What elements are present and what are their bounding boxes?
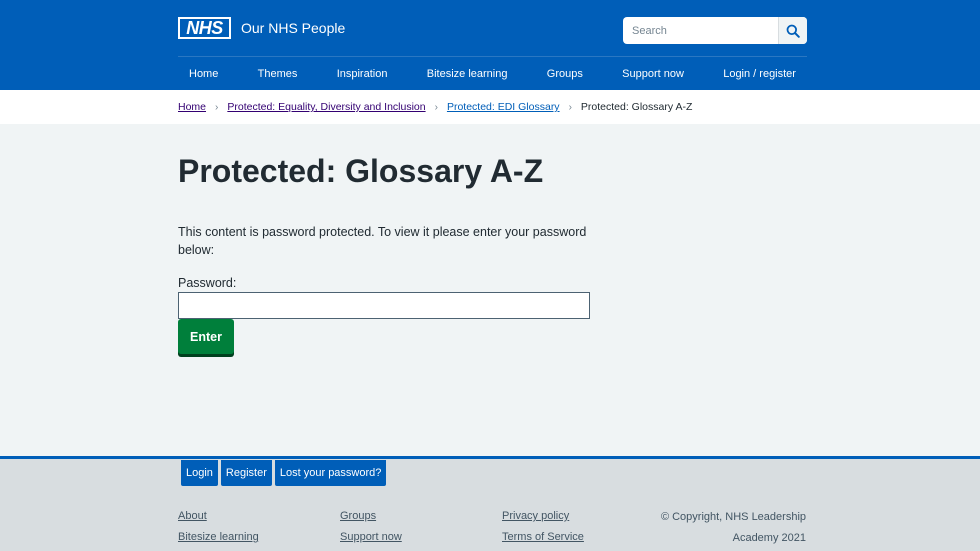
password-protected-message: This content is password protected. To v…: [178, 225, 587, 257]
page-title: Protected: Glossary A-Z: [178, 153, 544, 189]
footer-login-buttons: Login Register Lost your password?: [181, 460, 387, 486]
chevron-right-icon: ›: [434, 101, 438, 113]
nav-item-login-register[interactable]: Login / register: [723, 68, 796, 80]
breadcrumb-bar: Home › Protected: Equality, Diversity an…: [0, 90, 980, 124]
nav-item-support-now[interactable]: Support now: [622, 68, 684, 80]
search-icon: [786, 24, 800, 38]
chevron-right-icon: ›: [568, 101, 572, 113]
breadcrumb-home[interactable]: Home: [178, 101, 206, 113]
footer-link-about[interactable]: About: [178, 510, 207, 522]
site-header: NHS Our NHS People Home Themes Inspirati…: [0, 0, 980, 90]
main-navigation: Home Themes Inspiration Bitesize learnin…: [178, 57, 807, 90]
search-button[interactable]: [778, 17, 807, 44]
search-input[interactable]: [623, 17, 778, 44]
footer-link-support-now[interactable]: Support now: [340, 531, 402, 543]
breadcrumb: Home › Protected: Equality, Diversity an…: [178, 101, 692, 113]
site-name[interactable]: Our NHS People: [241, 20, 345, 36]
footer-link-privacy-policy[interactable]: Privacy policy: [502, 510, 569, 522]
site-footer: Login Register Lost your password? About…: [0, 456, 980, 551]
nav-item-themes[interactable]: Themes: [258, 68, 298, 80]
password-label: Password:: [178, 276, 237, 290]
copyright-notice: © Copyright, NHS Leadership Academy 2021: [660, 511, 806, 544]
breadcrumb-edi[interactable]: Protected: Equality, Diversity and Inclu…: [227, 101, 425, 113]
footer-link-bitesize-learning[interactable]: Bitesize learning: [178, 531, 259, 543]
password-field[interactable]: [178, 292, 590, 319]
enter-button[interactable]: Enter: [178, 319, 234, 354]
breadcrumb-edi-glossary[interactable]: Protected: EDI Glossary: [447, 101, 560, 113]
nhs-logo-text: NHS: [180, 19, 229, 37]
nav-item-bitesize-learning[interactable]: Bitesize learning: [427, 68, 508, 80]
nhs-logo[interactable]: NHS: [178, 17, 231, 39]
nav-item-groups[interactable]: Groups: [547, 68, 583, 80]
footer-lost-password-button[interactable]: Lost your password?: [274, 460, 387, 486]
breadcrumb-current: Protected: Glossary A-Z: [580, 101, 693, 113]
nav-item-home[interactable]: Home: [189, 68, 218, 80]
footer-link-groups[interactable]: Groups: [340, 510, 376, 522]
search-box: [623, 17, 807, 44]
nav-item-inspiration[interactable]: Inspiration: [337, 68, 388, 80]
footer-login-button[interactable]: Login: [181, 460, 218, 486]
footer-link-terms-of-service[interactable]: Terms of Service: [502, 531, 584, 543]
footer-register-button[interactable]: Register: [220, 460, 272, 486]
chevron-right-icon: ›: [215, 101, 219, 113]
